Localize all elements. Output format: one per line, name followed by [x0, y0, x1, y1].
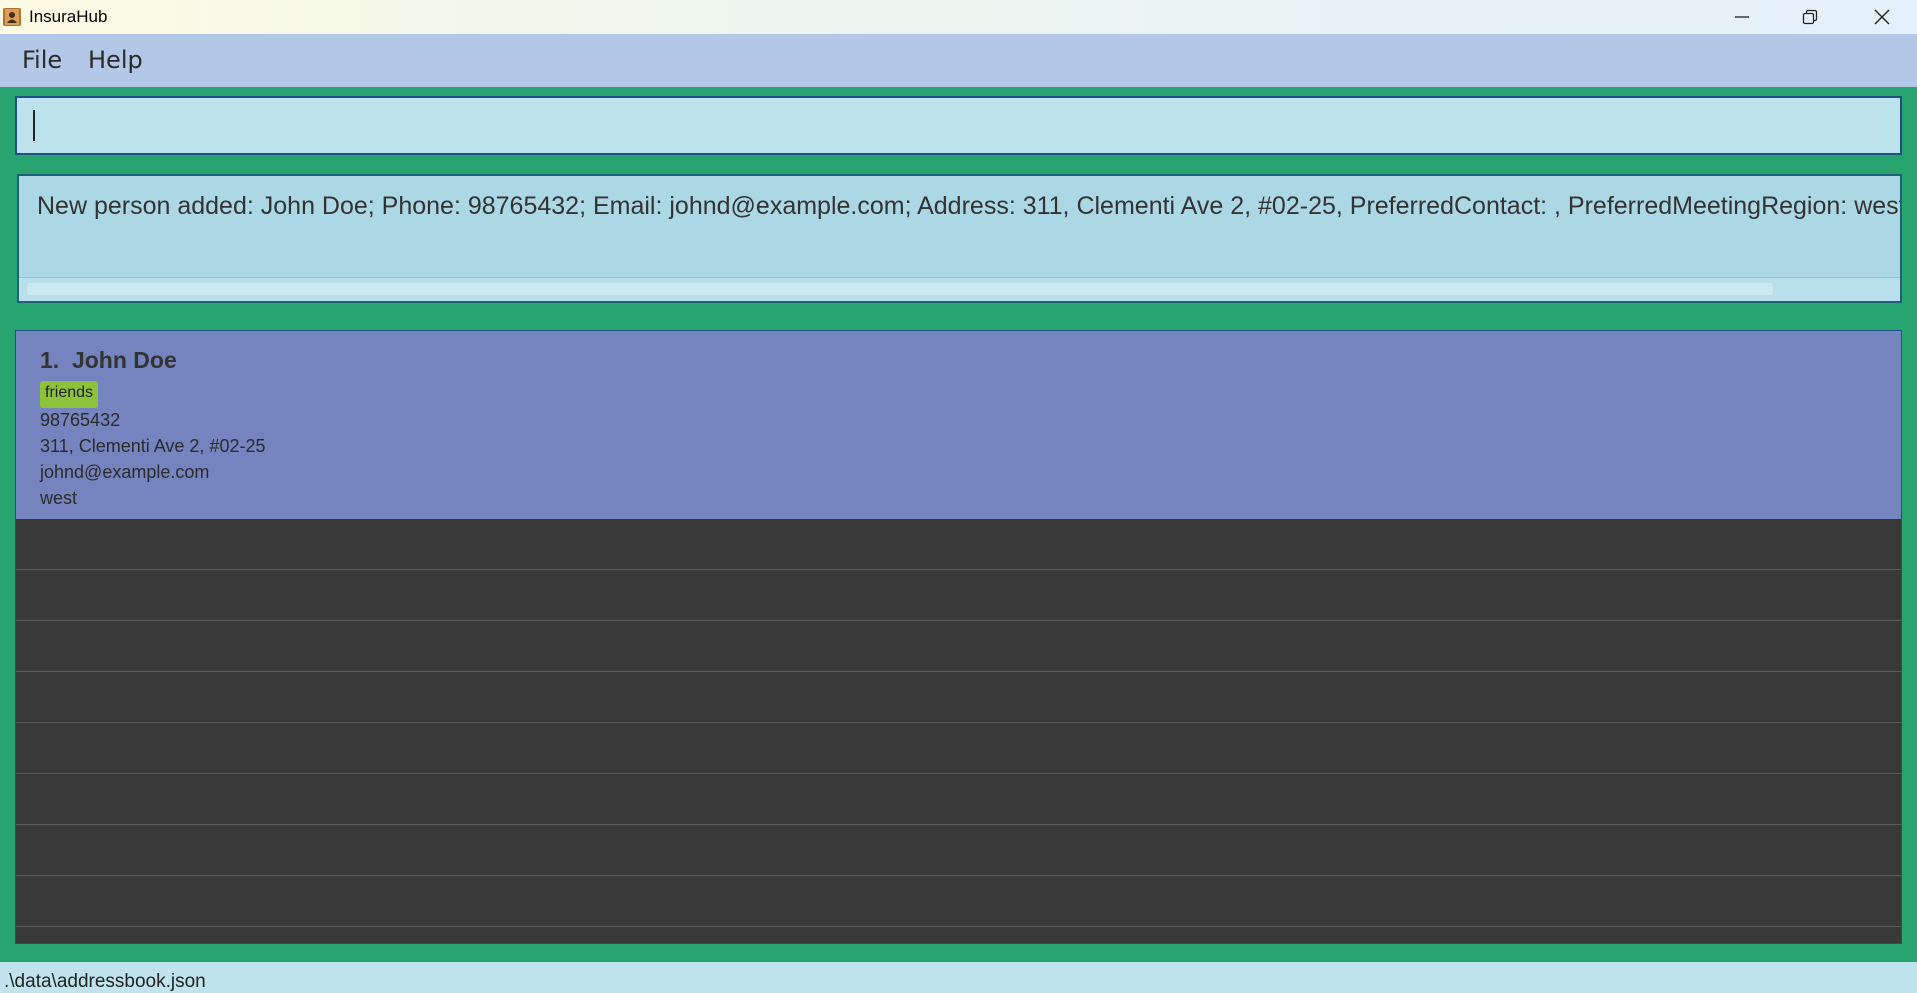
person-name-text: John Doe	[71, 347, 177, 373]
empty-list-row	[16, 672, 1901, 723]
person-card[interactable]: 1. John Doe friends 98765432 311, Clemen…	[16, 331, 1901, 519]
empty-list-row	[16, 621, 1901, 672]
text-caret	[33, 110, 35, 141]
horizontal-scrollbar[interactable]	[19, 277, 1900, 301]
title-bar: InsuraHub	[0, 0, 1917, 34]
menu-help[interactable]: Help	[88, 46, 143, 74]
empty-list-row	[16, 570, 1901, 621]
empty-list-row	[16, 825, 1901, 876]
empty-list-row	[16, 876, 1901, 927]
person-address: 311, Clementi Ave 2, #02-25	[40, 436, 266, 456]
minimize-icon	[1734, 9, 1750, 25]
person-index: 1.	[40, 347, 60, 373]
person-region: west	[40, 488, 78, 508]
menu-file[interactable]: File	[22, 46, 62, 74]
menu-bar: File Help	[0, 34, 1917, 87]
tag-badge: friends	[40, 381, 99, 408]
restore-icon	[1802, 9, 1818, 25]
scrollbar-thumb[interactable]	[27, 283, 1773, 295]
empty-list-row	[16, 519, 1901, 570]
restore-button[interactable]	[1776, 0, 1844, 34]
person-phone: 98765432	[40, 410, 121, 430]
command-input[interactable]	[15, 96, 1902, 155]
result-message: New person added: John Doe; Phone: 98765…	[37, 192, 1902, 220]
person-name: 1. John Doe	[40, 347, 177, 374]
save-location: .\data\addressbook.json	[4, 971, 206, 992]
close-icon	[1873, 8, 1891, 26]
contact-book-icon	[2, 7, 22, 27]
person-list[interactable]: 1. John Doe friends 98765432 311, Clemen…	[15, 330, 1902, 944]
empty-list-row	[16, 723, 1901, 774]
status-bar: .\data\addressbook.json	[0, 962, 1917, 993]
close-button[interactable]	[1848, 0, 1916, 34]
person-email: johnd@example.com	[40, 462, 210, 482]
minimize-button[interactable]	[1708, 0, 1776, 34]
empty-list-row	[16, 774, 1901, 825]
window-title: InsuraHub	[29, 7, 108, 26]
result-display[interactable]: New person added: John Doe; Phone: 98765…	[17, 174, 1902, 303]
